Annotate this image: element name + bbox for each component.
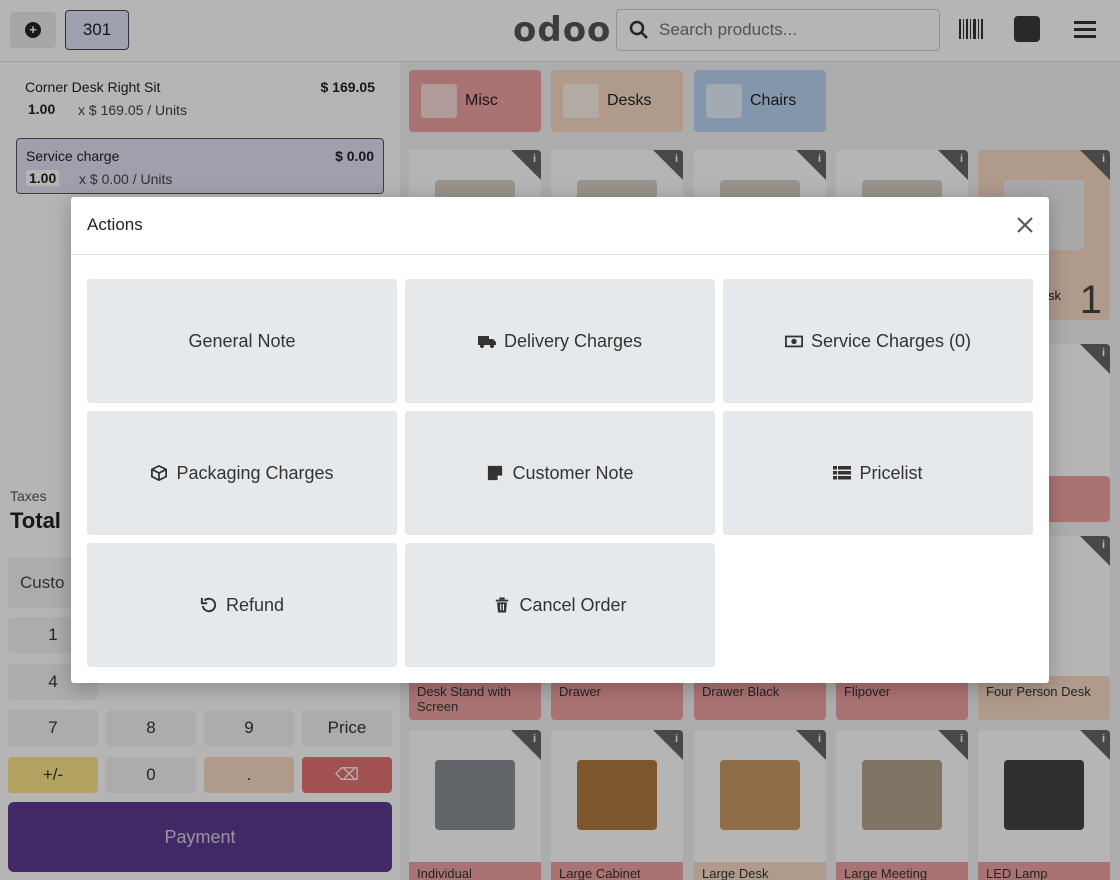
close-icon[interactable] — [1015, 215, 1035, 235]
action-label: General Note — [188, 330, 296, 351]
action-label: Delivery Charges — [503, 330, 643, 351]
action-label: Service Charges (0) — [810, 330, 972, 351]
action-label: Pricelist — [859, 462, 923, 483]
box-icon — [151, 465, 168, 481]
pricelist-button[interactable]: Pricelist — [723, 411, 1033, 535]
dialog-header: Actions — [71, 197, 1049, 255]
list-icon — [833, 466, 852, 480]
trash-icon — [496, 597, 509, 613]
action-label: Customer Note — [512, 462, 634, 483]
actions-dialog: Actions General Note Delivery Charges Se… — [71, 197, 1049, 683]
action-label: Packaging Charges — [176, 462, 334, 483]
sticky-note-icon — [488, 465, 503, 481]
general-note-button[interactable]: General Note — [87, 279, 397, 403]
service-charges-button[interactable]: Service Charges (0) — [723, 279, 1033, 403]
refund-button[interactable]: Refund — [87, 543, 397, 667]
truck-icon — [477, 336, 496, 348]
pos-app: + 301 odoo Corner Desk Right Sit $ 169.0… — [0, 0, 1120, 880]
action-label: Refund — [225, 594, 285, 615]
cancel-order-button[interactable]: Cancel Order — [405, 543, 715, 667]
action-label: Cancel Order — [519, 594, 627, 615]
customer-note-button[interactable]: Customer Note — [405, 411, 715, 535]
dialog-title: Actions — [87, 215, 143, 234]
packaging-charges-button[interactable]: Packaging Charges — [87, 411, 397, 535]
money-icon — [784, 335, 803, 348]
delivery-charges-button[interactable]: Delivery Charges — [405, 279, 715, 403]
undo-icon — [200, 597, 217, 613]
